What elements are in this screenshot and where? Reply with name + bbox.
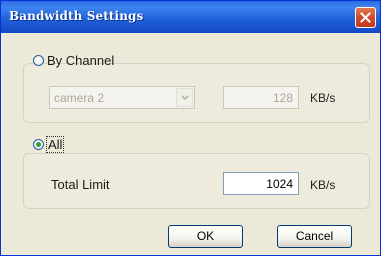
by-channel-option[interactable]: By Channel [33,53,114,68]
by-channel-radio[interactable] [33,55,44,66]
all-option[interactable]: All [33,136,65,153]
ok-button[interactable]: OK [168,225,243,248]
window-title: Bandwidth Settings [9,9,144,23]
close-x-icon [360,12,371,23]
camera-select-arrow [176,88,193,107]
close-button[interactable] [355,7,376,28]
by-channel-label: By Channel [47,53,115,68]
all-radio[interactable] [33,139,44,150]
dialog-body: By Channel camera 2 128 KB/s All Total L… [1,33,380,255]
total-limit-label: Total Limit [51,177,110,192]
camera-select: camera 2 [49,86,195,109]
channel-bandwidth-unit: KB/s [310,91,336,105]
cancel-button[interactable]: Cancel [277,225,352,248]
total-limit-input[interactable]: 1024 [223,172,299,195]
camera-select-value: camera 2 [54,91,105,105]
total-limit-unit: KB/s [310,178,336,192]
title-bar[interactable]: Bandwidth Settings [1,1,380,33]
channel-bandwidth-field: 128 [223,86,299,109]
all-label: All [45,136,65,153]
bandwidth-settings-dialog: Bandwidth Settings By Channel camera 2 1… [0,0,381,256]
chevron-down-icon [181,95,189,101]
